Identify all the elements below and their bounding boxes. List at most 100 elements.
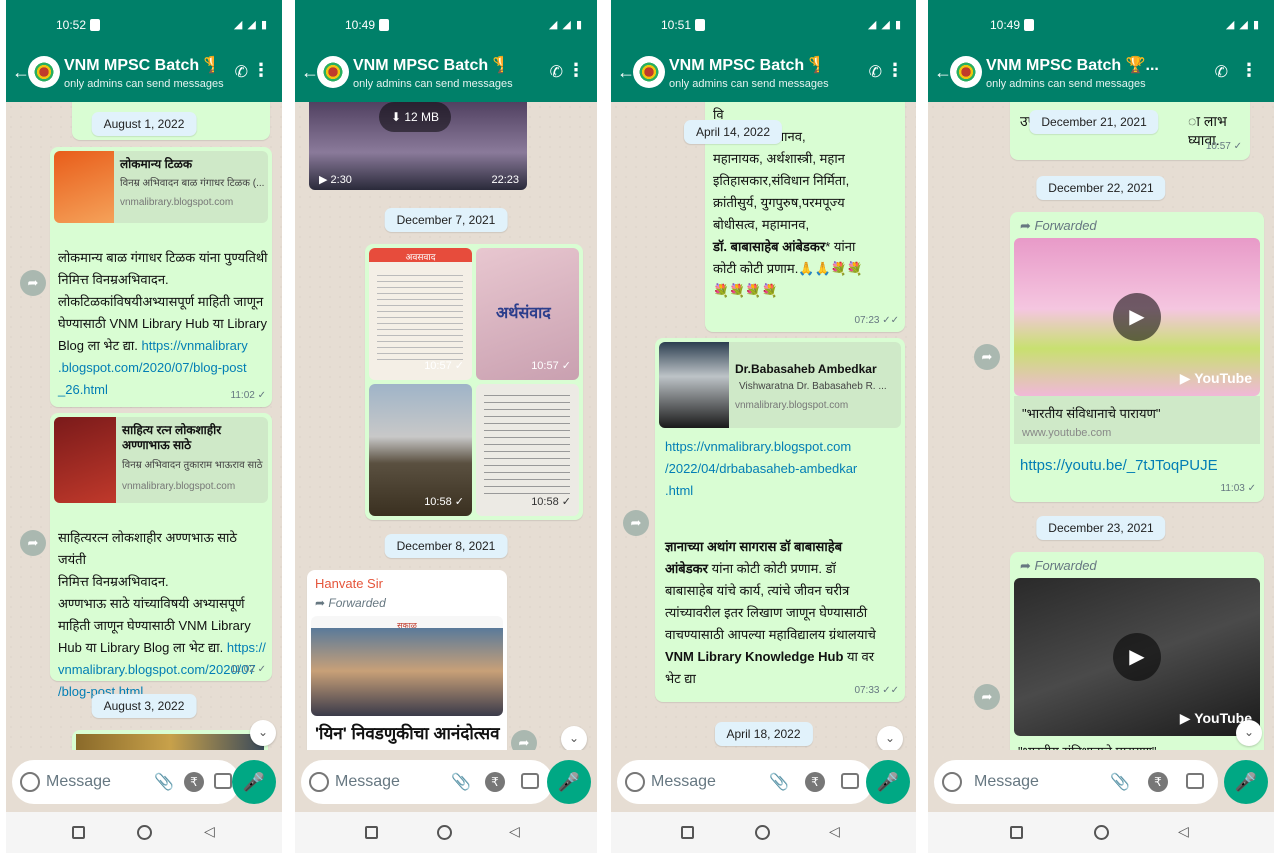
share-icon[interactable]: ➦ — [974, 344, 1000, 370]
group-avatar[interactable] — [633, 56, 665, 88]
chat-header[interactable]: ← VNM MPSC Batch 🏆... only admins can se… — [295, 44, 597, 102]
message-link[interactable]: .blogspot.com/2020/07/blog-post — [58, 357, 268, 379]
image-thumbnail[interactable]: 10:58 ✓ — [369, 384, 472, 516]
camera-icon[interactable] — [521, 773, 539, 789]
payment-icon[interactable]: ₹ — [1148, 772, 1168, 792]
message-placeholder[interactable]: Message — [46, 773, 111, 791]
message-link[interactable]: https://vnmalibrary.blogspot.com — [665, 436, 857, 458]
message-bubble: Dr.Babasaheb Ambedkar Vishwaratna Dr. Ba… — [655, 338, 905, 702]
emoji-icon[interactable] — [942, 772, 962, 792]
message-input[interactable]: Message 📎 ₹ — [617, 760, 873, 804]
chat-header[interactable]: ← VNM MPSC Batch 🏆... only admins can se… — [611, 44, 916, 102]
more-menu-icon[interactable]: ⋮ — [252, 60, 270, 81]
chat-header[interactable]: ← VNM MPSC Batch 🏆... only admins can se… — [928, 44, 1274, 102]
mic-button[interactable]: 🎤 — [232, 760, 276, 804]
attach-icon[interactable]: 📎 — [451, 772, 471, 792]
message-placeholder[interactable]: Message — [335, 773, 400, 791]
recents-icon[interactable] — [365, 826, 378, 839]
link-preview[interactable]: Dr.Babasaheb Ambedkar Vishwaratna Dr. Ba… — [659, 342, 901, 428]
recents-icon[interactable] — [1010, 826, 1023, 839]
emoji-icon[interactable] — [625, 772, 645, 792]
message-link[interactable]: https://youtu.be/_7tJToqPUJE — [1020, 456, 1218, 475]
group-avatar[interactable] — [950, 56, 982, 88]
group-title[interactable]: VNM MPSC Batch 🏆... — [64, 55, 214, 75]
play-icon[interactable]: ▶ — [1113, 633, 1161, 681]
chat-area[interactable]: ⬇ 12 MB ▶ 2:30 22:23 December 7, 2021 अव… — [295, 102, 597, 750]
message-link[interactable]: https://vnmalibrary — [142, 338, 248, 353]
scroll-down-button[interactable]: ⌄ — [877, 726, 903, 750]
payment-icon[interactable]: ₹ — [485, 772, 505, 792]
video-thumbnail[interactable]: ▶ ▶ YouTube — [1014, 238, 1260, 396]
add-call-icon[interactable]: ✆ — [235, 62, 248, 82]
recents-icon[interactable] — [72, 826, 85, 839]
message-placeholder[interactable]: Message — [974, 773, 1039, 791]
message-placeholder[interactable]: Message — [651, 773, 716, 791]
back-nav-icon[interactable]: ◁ — [1178, 823, 1189, 840]
message-link[interactable]: /2022/04/drbabasaheb-ambedkar — [665, 458, 857, 480]
home-icon[interactable] — [755, 825, 770, 840]
mic-button[interactable]: 🎤 — [866, 760, 910, 804]
camera-icon[interactable] — [214, 773, 232, 789]
back-nav-icon[interactable]: ◁ — [829, 823, 840, 840]
group-title[interactable]: VNM MPSC Batch 🏆... — [986, 55, 1166, 75]
camera-icon[interactable] — [841, 773, 859, 789]
add-call-icon[interactable]: ✆ — [1215, 62, 1228, 82]
share-icon[interactable]: ➦ — [511, 730, 537, 750]
group-title[interactable]: VNM MPSC Batch 🏆... — [353, 55, 503, 75]
date-chip: August 1, 2022 — [91, 112, 197, 136]
image-thumbnail[interactable]: अवसवाद 10:57 ✓ — [369, 248, 472, 380]
chat-area[interactable]: उपस्थित ा लाभ घ्यावा. 10:57 ✓ December 2… — [928, 102, 1274, 750]
scroll-down-button[interactable]: ⌄ — [1236, 720, 1262, 746]
sender-name[interactable]: Hanvate Sir — [315, 574, 383, 593]
more-menu-icon[interactable]: ⋮ — [1240, 60, 1258, 81]
group-avatar[interactable] — [28, 56, 60, 88]
add-call-icon[interactable]: ✆ — [550, 62, 563, 82]
download-button[interactable]: ⬇ 12 MB — [379, 102, 451, 132]
chat-header[interactable]: ← VNM MPSC Batch 🏆... only admins can se… — [6, 44, 282, 102]
preview-title: "भारतीय संविधानाचे पारायण" — [1022, 406, 1161, 421]
emoji-icon[interactable] — [20, 772, 40, 792]
home-icon[interactable] — [1094, 825, 1109, 840]
attach-icon[interactable]: 📎 — [1110, 772, 1130, 792]
payment-icon[interactable]: ₹ — [184, 772, 204, 792]
message-input[interactable]: Message 📎 ₹ — [12, 760, 240, 804]
payment-icon[interactable]: ₹ — [805, 772, 825, 792]
back-nav-icon[interactable]: ◁ — [204, 823, 215, 840]
scroll-down-button[interactable]: ⌄ — [250, 720, 276, 746]
link-preview[interactable]: लोकमान्य टिळक विनम्र अभिवादन बाळ गंगाधर … — [54, 151, 268, 223]
share-icon[interactable]: ➦ — [974, 684, 1000, 710]
mic-button[interactable]: 🎤 — [1224, 760, 1268, 804]
camera-icon[interactable] — [1186, 773, 1204, 789]
video-message[interactable]: ⬇ 12 MB ▶ 2:30 22:23 — [309, 102, 527, 190]
attach-icon[interactable]: 📎 — [769, 772, 789, 792]
play-icon[interactable]: ▶ — [1113, 293, 1161, 341]
share-icon[interactable]: ➦ — [20, 270, 46, 296]
add-call-icon[interactable]: ✆ — [869, 62, 882, 82]
share-icon[interactable]: ➦ — [20, 530, 46, 556]
home-icon[interactable] — [137, 825, 152, 840]
scroll-down-button[interactable]: ⌄ — [561, 726, 587, 750]
message-input[interactable]: Message 📎 ₹ — [934, 760, 1218, 804]
recents-icon[interactable] — [681, 826, 694, 839]
attach-icon[interactable]: 📎 — [154, 772, 174, 792]
mic-button[interactable]: 🎤 — [547, 760, 591, 804]
chat-area[interactable]: August 1, 2022 लोकमान्य टिळक विनम्र अभिव… — [6, 102, 282, 750]
more-menu-icon[interactable]: ⋮ — [886, 60, 904, 81]
chat-area[interactable]: वि भारतरत्न,महामानव, महानायक, अर्थशास्त्… — [611, 102, 916, 750]
message-input[interactable]: Message 📎 ₹ — [301, 760, 553, 804]
link-preview[interactable]: "भारतीय संविधानाचे पारायण" www.youtube.c… — [1014, 396, 1260, 444]
link-preview[interactable]: साहित्य रत्न लोकशाहीर अण्णाभाऊ साठे विनम… — [54, 417, 268, 503]
message-link[interactable]: https:// — [227, 640, 266, 655]
video-thumbnail[interactable]: ▶ ▶ YouTube — [1014, 578, 1260, 736]
home-icon[interactable] — [437, 825, 452, 840]
message-link[interactable]: .html — [665, 480, 857, 502]
share-icon[interactable]: ➦ — [623, 510, 649, 536]
more-menu-icon[interactable]: ⋮ — [567, 60, 585, 81]
emoji-icon[interactable] — [309, 772, 329, 792]
image-thumbnail[interactable]: 10:58 ✓ — [476, 384, 579, 516]
back-nav-icon[interactable]: ◁ — [509, 823, 520, 840]
group-avatar[interactable] — [317, 56, 349, 88]
group-title[interactable]: VNM MPSC Batch 🏆... — [669, 55, 819, 75]
image-thumbnail[interactable]: सकाळ — [311, 616, 503, 716]
image-thumbnail[interactable]: अर्थसंवाद 10:57 ✓ — [476, 248, 579, 380]
